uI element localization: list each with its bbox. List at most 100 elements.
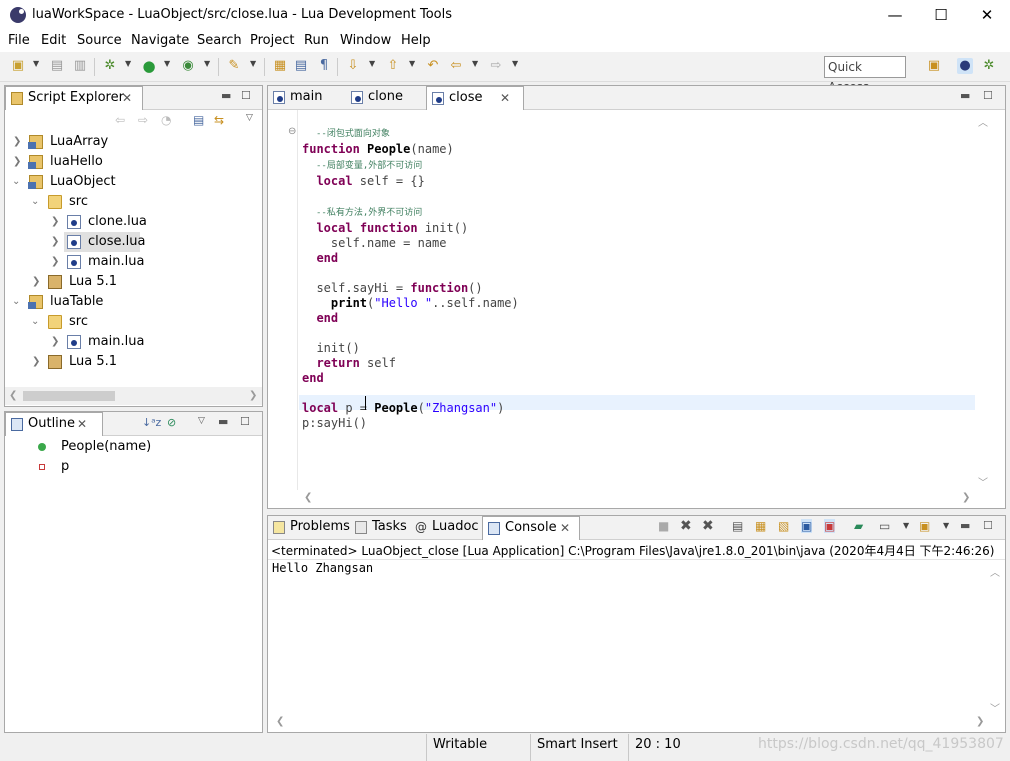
- pin-console-icon[interactable]: ▰: [854, 519, 863, 533]
- chevron-right-icon[interactable]: ❯: [32, 352, 40, 372]
- wand-icon[interactable]: ✎: [226, 58, 242, 74]
- tree-item-clone-lua[interactable]: ❯ clone.lua: [5, 212, 262, 232]
- close-icon[interactable]: ✕: [122, 87, 132, 109]
- clear-console-icon[interactable]: ▤: [732, 519, 743, 533]
- run-icon[interactable]: ●: [141, 58, 157, 74]
- minimize-view-icon[interactable]: ▬: [960, 89, 970, 102]
- chevron-down-icon[interactable]: ▼: [472, 59, 478, 68]
- chevron-right-icon[interactable]: ❯: [51, 212, 59, 232]
- hide-fields-icon[interactable]: ⊘: [167, 416, 176, 429]
- quick-access-field[interactable]: Quick Access: [824, 56, 906, 94]
- chevron-right-icon[interactable]: ❯: [13, 132, 21, 152]
- back-icon[interactable]: ⇦: [115, 113, 125, 127]
- tree-item-lua-51[interactable]: ❯ Lua 5.1: [5, 272, 262, 292]
- maximize-button[interactable]: ☐: [918, 0, 964, 30]
- fold-collapse-icon[interactable]: ⊖: [288, 126, 296, 137]
- scroll-left-icon[interactable]: ❮: [304, 492, 312, 503]
- forward-icon[interactable]: ⇨: [488, 58, 504, 74]
- tree-item-src[interactable]: ⌄ src: [5, 192, 262, 212]
- chevron-down-icon[interactable]: ▼: [369, 59, 375, 68]
- chevron-right-icon[interactable]: ❯: [51, 232, 59, 252]
- display-console-icon[interactable]: ▭: [879, 519, 890, 533]
- close-window-button[interactable]: ✕: [964, 0, 1010, 30]
- menu-source[interactable]: Source: [77, 33, 122, 48]
- word-wrap-icon[interactable]: ▧: [778, 519, 789, 533]
- menu-project[interactable]: Project: [250, 33, 294, 48]
- show-on-stderr-icon[interactable]: ▣: [824, 519, 836, 533]
- chevron-right-icon[interactable]: ❯: [51, 252, 59, 272]
- close-icon[interactable]: ✕: [500, 87, 510, 109]
- chevron-right-icon[interactable]: ❯: [51, 332, 59, 352]
- menu-run[interactable]: Run: [304, 33, 329, 48]
- scroll-left-icon[interactable]: ❮: [276, 716, 284, 727]
- tree-item-lua-51[interactable]: ❯ Lua 5.1: [5, 352, 262, 372]
- show-on-stdout-icon[interactable]: ▣: [801, 519, 813, 533]
- chevron-down-icon[interactable]: ▼: [164, 59, 170, 68]
- chevron-down-icon[interactable]: ▼: [125, 59, 131, 68]
- view-menu-icon[interactable]: ▽: [198, 416, 205, 426]
- lua-perspective-icon[interactable]: ●: [957, 58, 973, 74]
- chevron-down-icon[interactable]: ⌄: [12, 172, 20, 192]
- minimize-view-icon[interactable]: ▬: [221, 89, 231, 102]
- up-icon[interactable]: ◔: [161, 113, 171, 127]
- scroll-right-icon[interactable]: ❯: [249, 390, 257, 401]
- back-icon[interactable]: ⇦: [448, 58, 464, 74]
- scroll-down-icon[interactable]: ﹀: [978, 474, 988, 489]
- tab-luadoc[interactable]: @ Luadoc: [410, 516, 482, 540]
- tree-item-src[interactable]: ⌄ src: [5, 312, 262, 332]
- scroll-right-icon[interactable]: ❯: [962, 492, 970, 503]
- menu-search[interactable]: Search: [197, 33, 242, 48]
- chevron-down-icon[interactable]: ▼: [943, 521, 949, 530]
- minimize-view-icon[interactable]: ▬: [960, 519, 970, 532]
- open-console-icon[interactable]: ▣: [919, 519, 930, 533]
- maximize-view-icon[interactable]: ☐: [983, 89, 993, 102]
- menu-edit[interactable]: Edit: [41, 33, 66, 48]
- insert-mode-status[interactable]: Smart Insert: [530, 734, 628, 761]
- horizontal-scrollbar[interactable]: ❮ ❯: [5, 387, 262, 405]
- show-whitespace-icon[interactable]: ¶: [316, 58, 332, 74]
- next-annotation-icon[interactable]: ⇩: [345, 58, 361, 74]
- tree-item-luatable[interactable]: ⌄ luaTable: [5, 292, 262, 312]
- remove-all-launches-icon[interactable]: ✖: [702, 518, 714, 534]
- open-task-icon[interactable]: ▤: [293, 58, 309, 74]
- outline-item-people[interactable]: People(name): [5, 437, 262, 457]
- tab-script-explorer[interactable]: Script Explorer ✕: [5, 86, 143, 110]
- chevron-down-icon[interactable]: ▼: [409, 59, 415, 68]
- view-menu-icon[interactable]: ▽: [246, 113, 253, 123]
- last-edit-icon[interactable]: ↶: [425, 58, 441, 74]
- menu-window[interactable]: Window: [340, 33, 391, 48]
- sort-az-icon[interactable]: ↓ᵃz: [142, 416, 161, 429]
- tab-outline[interactable]: Outline ✕: [5, 412, 103, 436]
- chevron-down-icon[interactable]: ⌄: [12, 292, 20, 312]
- maximize-view-icon[interactable]: ☐: [241, 89, 251, 102]
- tab-tasks[interactable]: Tasks: [350, 516, 410, 540]
- chevron-right-icon[interactable]: ❯: [13, 152, 21, 172]
- chevron-down-icon[interactable]: ▼: [903, 521, 909, 530]
- debug-icon[interactable]: ✲: [102, 58, 118, 74]
- menu-help[interactable]: Help: [401, 33, 431, 48]
- scrollbar-thumb[interactable]: [23, 391, 115, 401]
- tree-item-main-lua[interactable]: ❯ main.lua: [5, 332, 262, 352]
- tree-item-luaobject[interactable]: ⌄ LuaObject: [5, 172, 262, 192]
- tab-problems[interactable]: Problems: [268, 516, 350, 540]
- open-type-icon[interactable]: ▦: [272, 58, 288, 74]
- forward-icon[interactable]: ⇨: [138, 113, 148, 127]
- tab-clone[interactable]: clone: [346, 86, 426, 110]
- external-tools-icon[interactable]: ◉: [180, 58, 196, 74]
- scroll-down-icon[interactable]: ﹀: [990, 700, 1000, 715]
- outline-item-p[interactable]: p: [5, 457, 262, 477]
- minimize-button[interactable]: —: [872, 0, 918, 30]
- link-editor-icon[interactable]: ⇆: [214, 113, 224, 127]
- minimize-view-icon[interactable]: ▬: [218, 415, 228, 428]
- menu-file[interactable]: File: [8, 33, 30, 48]
- menu-navigate[interactable]: Navigate: [131, 33, 189, 48]
- terminate-icon[interactable]: ■: [658, 519, 669, 533]
- tab-main[interactable]: main: [268, 86, 346, 110]
- scroll-up-icon[interactable]: ︿: [978, 114, 988, 129]
- maximize-view-icon[interactable]: ☐: [983, 519, 993, 532]
- tree-item-luaarray[interactable]: ❯ LuaArray: [5, 132, 262, 152]
- chevron-down-icon[interactable]: ⌄: [31, 192, 39, 212]
- tree-item-close-lua[interactable]: ❯ close.lua: [5, 232, 262, 252]
- previous-annotation-icon[interactable]: ⇧: [385, 58, 401, 74]
- chevron-down-icon[interactable]: ▼: [250, 59, 256, 68]
